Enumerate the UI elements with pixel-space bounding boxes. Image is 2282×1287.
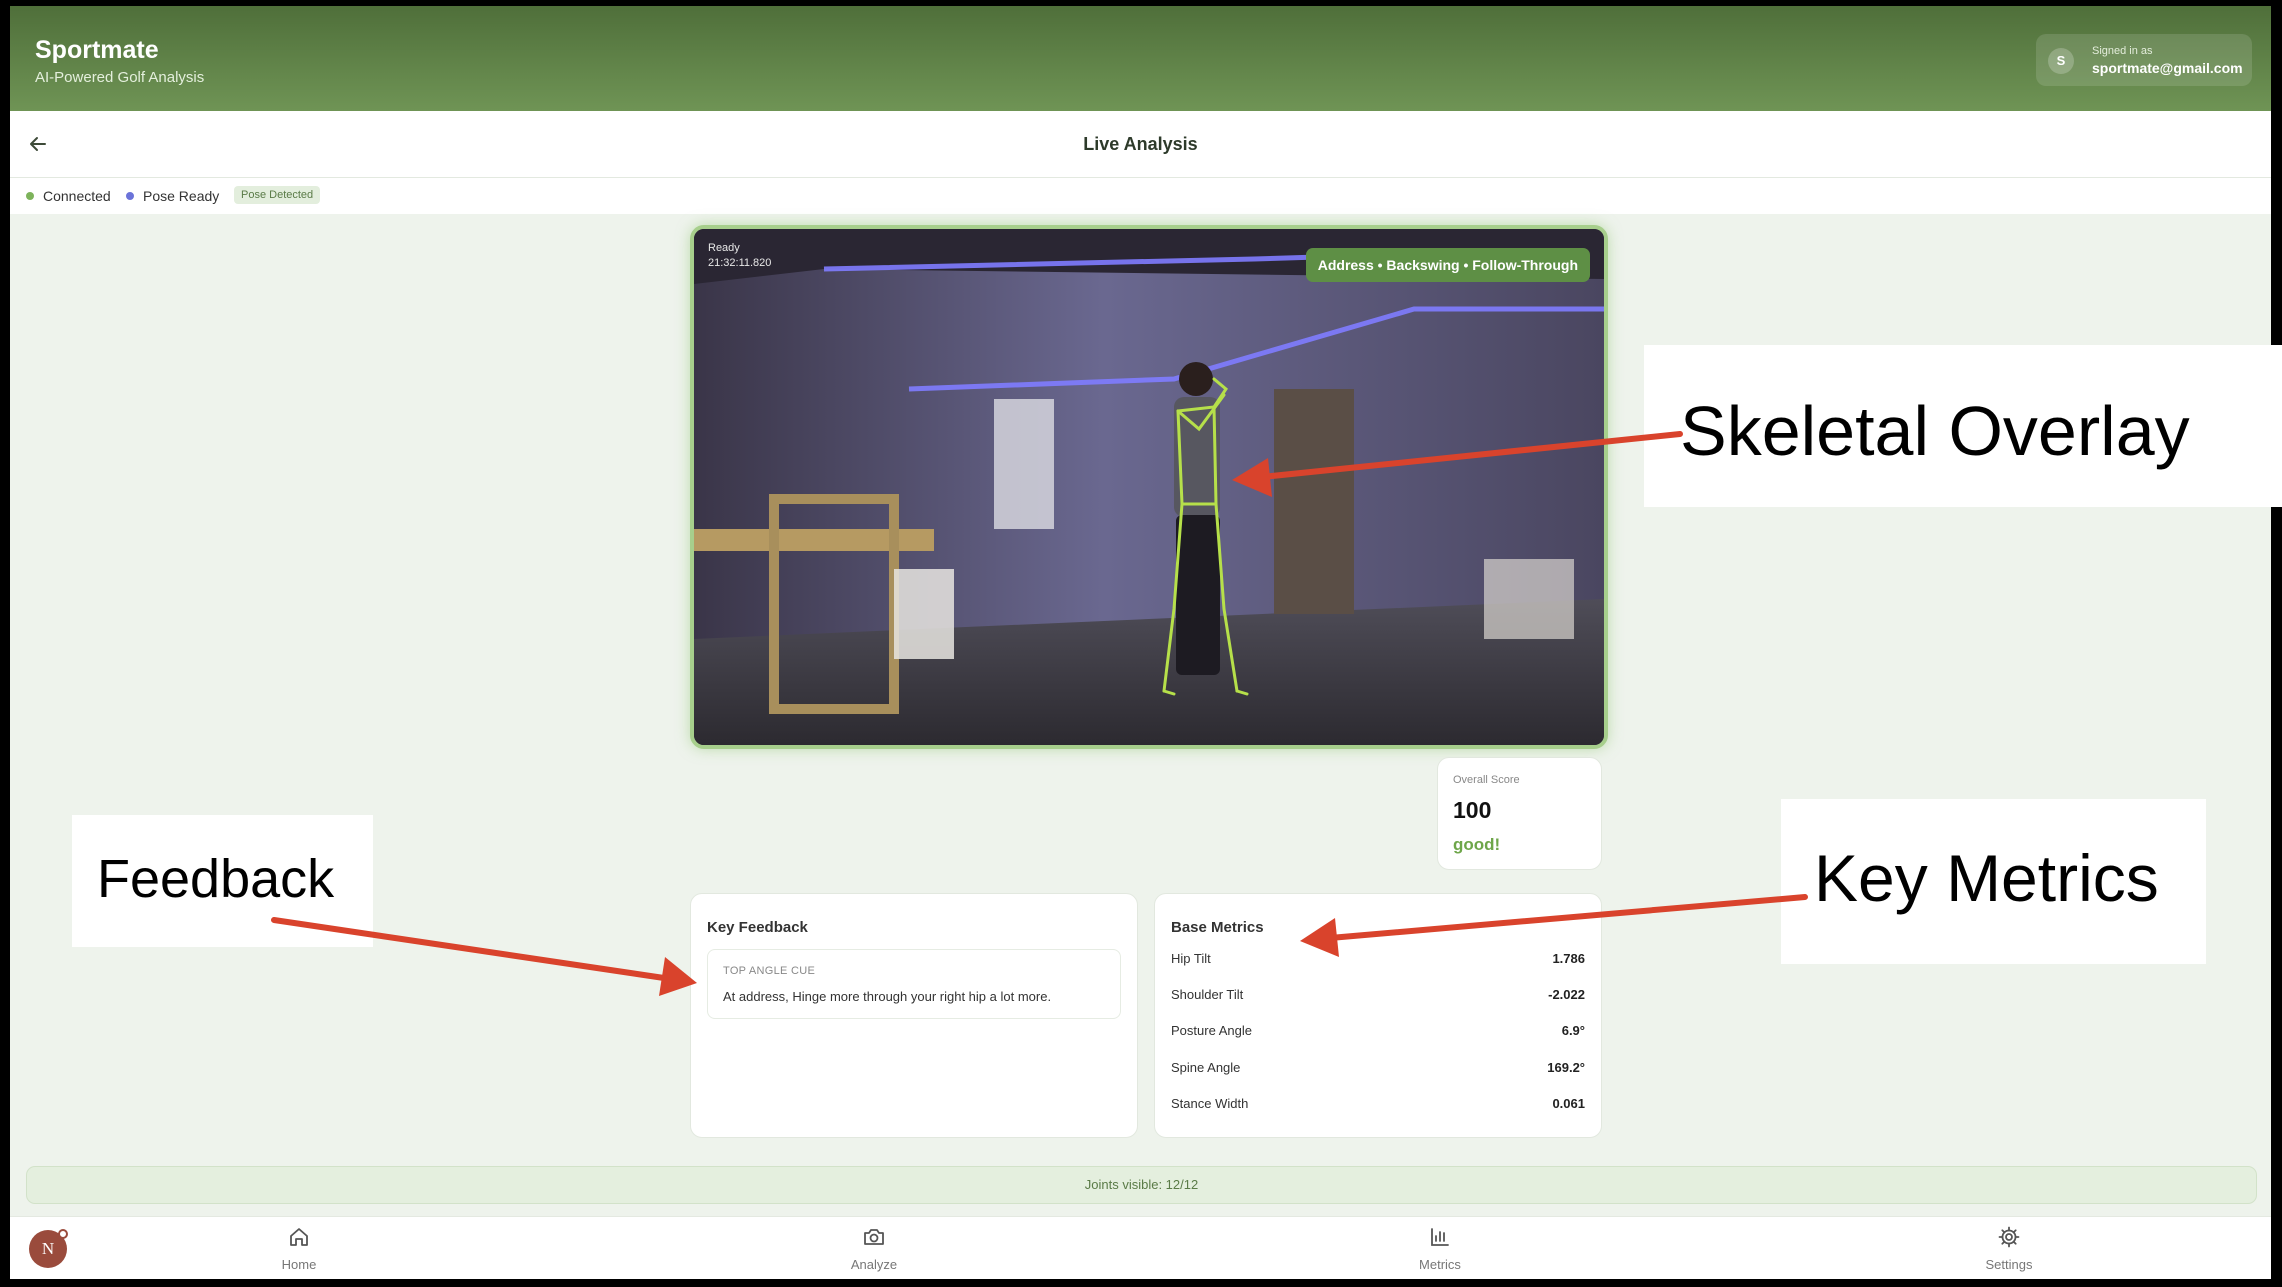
page-title: Live Analysis xyxy=(1083,134,1198,154)
video-timestamp: 21:32:11.820 xyxy=(708,257,772,269)
metric-name: Shoulder Tilt xyxy=(1171,987,1244,1002)
callout-feedback: Feedback xyxy=(72,815,373,947)
swing-phases-pill: Address • Backswing • Follow-Through xyxy=(1305,248,1590,282)
feedback-title: Key Feedback xyxy=(707,919,808,936)
metrics-title: Base Metrics xyxy=(1171,919,1264,936)
cue-text: At address, Hinge more through your righ… xyxy=(723,989,1052,1004)
video-status-overlay: Ready 21:32:11.820 xyxy=(708,241,771,271)
title-bar: Live Analysis xyxy=(10,111,2271,178)
metric-row-posture-angle: Posture Angle 6.9° xyxy=(1171,1023,1585,1043)
bar-chart-icon xyxy=(1431,1228,1449,1246)
nav-analyze-label: Analyze xyxy=(850,1257,898,1272)
armchair xyxy=(1484,559,1574,639)
callout-key-metrics: Key Metrics xyxy=(1781,799,2206,964)
metric-name: Spine Angle xyxy=(1171,1060,1241,1075)
app-name: Sportmate xyxy=(35,36,159,64)
pose-detected-badge: Pose Detected xyxy=(234,186,321,204)
camera-scene xyxy=(694,229,1604,745)
signed-in-label: Signed in as xyxy=(2092,45,2153,57)
metric-value: -2.022 xyxy=(1548,987,1585,1002)
pose-ready-dot-icon xyxy=(126,192,134,201)
metric-row-shoulder-tilt: Shoulder Tilt -2.022 xyxy=(1171,987,1585,1007)
connected-label: Connected xyxy=(43,188,111,204)
score-verdict: good! xyxy=(1453,835,1501,854)
pose-ready-label: Pose Ready xyxy=(143,188,220,204)
gear-icon xyxy=(1998,1226,2020,1248)
status-bar: Connected Pose Ready Pose Detected xyxy=(10,178,2271,214)
metric-name: Stance Width xyxy=(1171,1096,1249,1111)
fridge xyxy=(994,399,1054,529)
joints-visible-bar: Joints visible: 12/12 xyxy=(26,1166,2257,1204)
nav-settings[interactable]: Settings xyxy=(1949,1225,2069,1272)
nav-metrics-label: Metrics xyxy=(1419,1257,1461,1272)
nav-metrics[interactable]: Metrics xyxy=(1380,1225,1500,1272)
callout-skeletal-overlay: Skeletal Overlay xyxy=(1644,345,2282,507)
door xyxy=(1274,389,1354,614)
account-avatar: S xyxy=(2048,48,2074,74)
metric-row-hip-tilt: Hip Tilt 1.786 xyxy=(1171,951,1585,971)
metric-name: Posture Angle xyxy=(1171,1023,1252,1038)
video-state: Ready xyxy=(708,242,740,254)
metric-value: 0.061 xyxy=(1552,1096,1585,1111)
callout-skeletal-overlay-text: Skeletal Overlay xyxy=(1680,392,2190,470)
cue-label: TOP ANGLE CUE xyxy=(723,965,816,977)
base-metrics-card: Base Metrics Hip Tilt 1.786 Shoulder Til… xyxy=(1154,893,1602,1138)
callout-key-metrics-text: Key Metrics xyxy=(1814,841,2159,915)
feedback-cue: TOP ANGLE CUE At address, Hinge more thr… xyxy=(707,949,1121,1019)
nav-home-label: Home xyxy=(281,1257,317,1272)
user-initial: N xyxy=(41,1239,55,1258)
metric-row-stance-width: Stance Width 0.061 xyxy=(1171,1096,1585,1116)
metric-value: 169.2° xyxy=(1547,1060,1585,1075)
metric-row-spine-angle: Spine Angle 169.2° xyxy=(1171,1060,1585,1080)
nav-analyze[interactable]: Analyze xyxy=(814,1225,934,1272)
metric-value: 1.786 xyxy=(1552,951,1585,966)
nav-home[interactable]: Home xyxy=(239,1225,359,1272)
camera-icon xyxy=(864,1229,884,1245)
connected-dot-icon xyxy=(26,192,34,201)
score-label: Overall Score xyxy=(1453,774,1520,786)
app-window: Sportmate AI-Powered Golf Analysis S Sig… xyxy=(10,6,2271,1279)
user-avatar[interactable]: N xyxy=(29,1229,68,1268)
online-indicator-icon xyxy=(58,1229,68,1239)
overall-score-card: Overall Score 100 good! xyxy=(1437,757,1602,870)
home-icon xyxy=(290,1228,308,1246)
account-email: sportmate@gmail.com xyxy=(2092,60,2243,76)
score-value: 100 xyxy=(1453,797,1492,823)
nav-settings-label: Settings xyxy=(1985,1257,2033,1272)
counter xyxy=(894,569,954,659)
connection-status: Connected xyxy=(26,188,111,204)
callout-feedback-text: Feedback xyxy=(97,849,335,909)
bottom-navigation: N Home Analyze Metrics Settings xyxy=(10,1216,2271,1279)
account-badge[interactable]: S Signed in as sportmate@gmail.com xyxy=(2036,34,2252,86)
metric-value: 6.9° xyxy=(1561,1023,1585,1038)
live-video-feed: Ready 21:32:11.820 Address • Backswing •… xyxy=(690,225,1608,749)
metric-name: Hip Tilt xyxy=(1171,951,1211,966)
app-tagline: AI-Powered Golf Analysis xyxy=(35,69,205,86)
key-feedback-card: Key Feedback TOP ANGLE CUE At address, H… xyxy=(690,893,1138,1138)
app-header: Sportmate AI-Powered Golf Analysis S Sig… xyxy=(10,6,2271,111)
pose-ready-status: Pose Ready xyxy=(126,188,219,204)
